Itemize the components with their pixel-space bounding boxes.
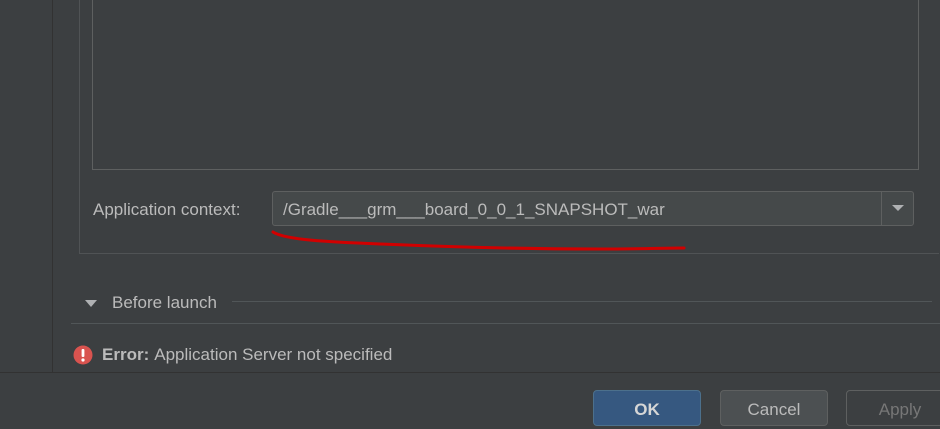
left-sidebar-strip xyxy=(0,0,53,372)
application-context-value[interactable]: /Gradle___grm___board_0_0_1_SNAPSHOT_war xyxy=(283,200,665,220)
application-context-combobox[interactable]: /Gradle___grm___board_0_0_1_SNAPSHOT_war xyxy=(272,191,914,226)
ok-button[interactable]: OK xyxy=(593,390,701,426)
combobox-dropdown-button[interactable] xyxy=(881,192,913,225)
application-context-label: Application context: xyxy=(93,200,241,219)
error-text: Application Server not specified xyxy=(154,345,393,364)
before-launch-section-toggle[interactable]: Before launch xyxy=(84,292,217,314)
chevron-down-icon xyxy=(892,205,904,211)
cancel-button[interactable]: Cancel xyxy=(720,390,828,426)
deployment-list-area[interactable] xyxy=(92,0,919,170)
expand-triangle-icon xyxy=(85,300,97,307)
section-divider xyxy=(232,301,932,302)
apply-button[interactable]: Apply xyxy=(846,390,940,426)
footer-divider xyxy=(0,372,940,373)
error-message-row: Error: Application Server not specified xyxy=(73,343,392,367)
before-launch-label: Before launch xyxy=(112,293,217,312)
error-icon xyxy=(73,345,93,365)
error-prefix: Error: xyxy=(102,345,150,364)
divider xyxy=(71,323,940,324)
